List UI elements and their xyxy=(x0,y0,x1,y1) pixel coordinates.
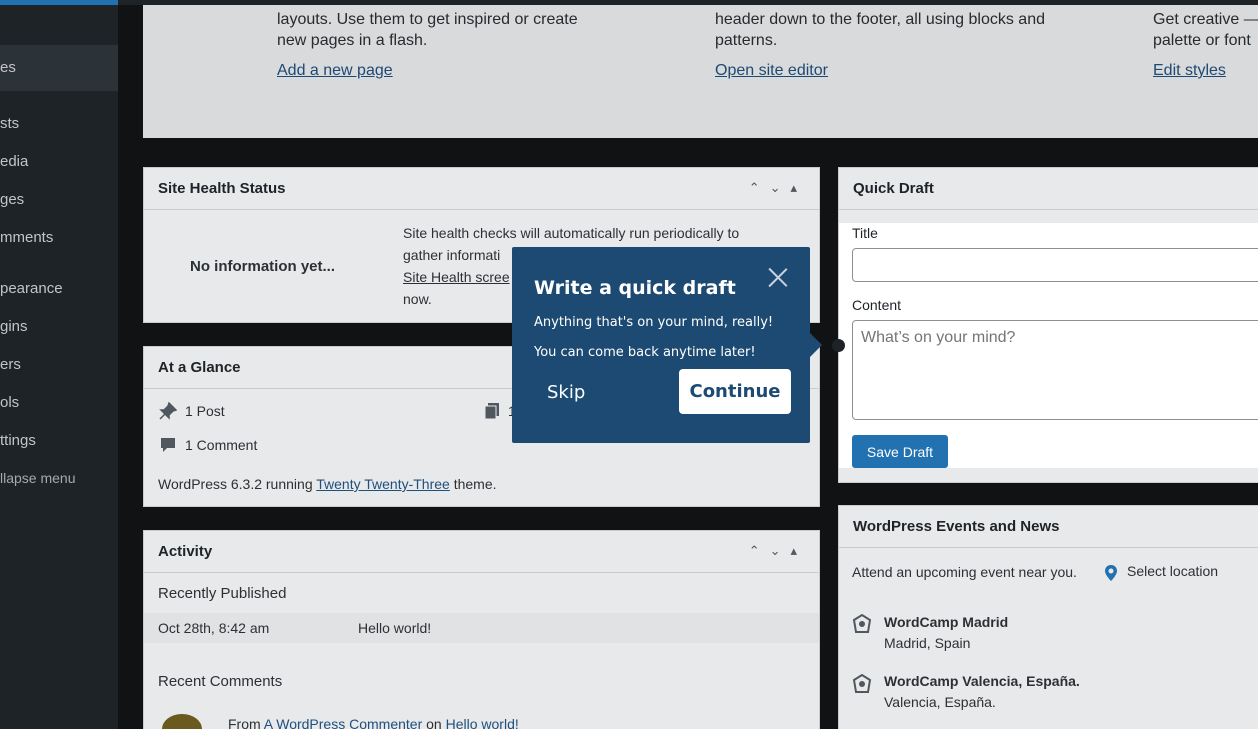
sidebar-item-media[interactable]: edia xyxy=(0,153,28,170)
attend-text: Attend an upcoming event near you. xyxy=(852,564,1077,580)
title-label: Title xyxy=(852,225,878,241)
comment-on: on xyxy=(422,716,446,729)
welcome-col2-text: header down to the footer, all using blo… xyxy=(715,11,1045,49)
dashboard-content: layouts. Use them to get inspired or cre… xyxy=(118,5,1258,729)
wordcamp-icon xyxy=(852,674,872,693)
tour-line-1: Anything that's on your mind, really! xyxy=(534,315,774,330)
posts-count-link[interactable]: 1 Post xyxy=(185,403,225,419)
commenter-link[interactable]: A WordPress Commenter xyxy=(264,716,422,729)
continue-button[interactable]: Continue xyxy=(679,369,791,414)
wp-version-text: WordPress 6.3.2 running Twenty Twenty-Th… xyxy=(158,476,497,492)
activity-widget: Activity ⌃⌄▴ Recently Published Oct 28th… xyxy=(143,530,820,729)
event-place: Valencia, España. xyxy=(884,694,996,710)
welcome-col1-text: layouts. Use them to get inspired or cre… xyxy=(277,11,578,49)
event-name-link[interactable]: WordCamp Madrid xyxy=(884,614,1008,630)
widget-title: Quick Draft xyxy=(853,180,934,197)
widget-header: Site Health Status ⌃⌄▴ xyxy=(144,168,819,210)
add-new-page-link[interactable]: Add a new page xyxy=(277,62,393,80)
avatar xyxy=(162,714,202,729)
widget-title: Site Health Status xyxy=(158,180,286,197)
comment-line: From A WordPress Commenter on Hello worl… xyxy=(228,716,519,729)
draft-content-textarea[interactable] xyxy=(852,320,1258,420)
sidebar-item-comments[interactable]: mments xyxy=(0,229,53,246)
sidebar-item-plugins[interactable]: gins xyxy=(0,318,28,335)
content-label: Content xyxy=(852,297,902,313)
sidebar-item-settings[interactable]: ttings xyxy=(0,432,36,449)
collapse-menu-button[interactable]: llapse menu xyxy=(0,470,76,486)
widget-header: WordPress Events and News xyxy=(839,506,1258,548)
widget-title: Activity xyxy=(158,543,213,560)
close-icon[interactable] xyxy=(766,265,790,289)
widget-header: Activity ⌃⌄▴ xyxy=(144,531,819,573)
pages-icon xyxy=(484,403,499,420)
wordcamp-icon xyxy=(852,614,872,633)
admin-sidebar: es sts edia ges mments pearance gins ers… xyxy=(0,5,118,729)
widget-move-controls[interactable]: ⌃⌄▴ xyxy=(749,543,807,559)
edit-styles-link[interactable]: Edit styles xyxy=(1153,62,1226,80)
site-health-desc-3: now. xyxy=(403,291,432,307)
sidebar-item-pages[interactable]: ges xyxy=(0,191,24,208)
comments-count-link[interactable]: 1 Comment xyxy=(185,437,257,453)
guided-tour-popup: Write a quick draft Anything that's on y… xyxy=(512,247,822,443)
site-health-screen-link[interactable]: Site Health scree xyxy=(403,269,510,285)
welcome-col3-text: Get creative — palette or font xyxy=(1153,11,1258,49)
quick-draft-form-highlight: Title Content Save Draft xyxy=(839,223,1258,468)
skip-button[interactable]: Skip xyxy=(547,382,585,403)
sidebar-item-appearance[interactable]: pearance xyxy=(0,280,63,297)
open-site-editor-link[interactable]: Open site editor xyxy=(715,62,828,80)
recent-comments-heading: Recent Comments xyxy=(158,673,283,690)
comment-from: From xyxy=(228,716,264,729)
widget-title: WordPress Events and News xyxy=(853,518,1060,535)
events-news-widget: WordPress Events and News Attend an upco… xyxy=(838,505,1258,729)
tour-heading: Write a quick draft xyxy=(534,277,736,299)
recently-published-heading: Recently Published xyxy=(158,585,287,602)
draft-title-input[interactable] xyxy=(852,248,1258,282)
sidebar-item-users[interactable]: ers xyxy=(0,356,21,373)
publish-date: Oct 28th, 8:42 am xyxy=(158,620,270,636)
comment-post-link[interactable]: Hello world! xyxy=(446,716,519,729)
sidebar-active-item-bg xyxy=(0,45,118,91)
wp-version-suffix: theme. xyxy=(449,476,497,492)
widget-header: Quick Draft xyxy=(839,168,1258,210)
select-location-button[interactable]: Select location xyxy=(1127,563,1218,579)
widget-title: At a Glance xyxy=(158,359,241,376)
sidebar-item-tools[interactable]: ols xyxy=(0,394,19,411)
event-name-link[interactable]: WordCamp Valencia, España. xyxy=(884,673,1080,689)
wp-version-prefix: WordPress 6.3.2 running xyxy=(158,476,317,492)
post-link[interactable]: Hello world! xyxy=(358,620,431,636)
no-info-text: No information yet... xyxy=(190,258,336,275)
save-draft-button[interactable]: Save Draft xyxy=(852,435,948,468)
sidebar-item-posts[interactable]: sts xyxy=(0,115,19,132)
widget-move-controls[interactable]: ⌃⌄▴ xyxy=(749,180,807,196)
theme-link[interactable]: Twenty Twenty-Three xyxy=(316,476,450,492)
event-place: Madrid, Spain xyxy=(884,635,971,651)
tour-line-2: You can come back anytime later! xyxy=(534,345,756,360)
site-health-desc-1: Site health checks will automatically ru… xyxy=(403,225,740,241)
site-health-desc-2: gather informati xyxy=(403,247,501,263)
pushpin-icon xyxy=(159,402,177,420)
sidebar-item-updates[interactable]: es xyxy=(0,59,16,76)
location-pin-icon xyxy=(1105,565,1117,581)
tour-target-dot xyxy=(832,339,845,352)
tour-pointer-arrow xyxy=(810,333,822,357)
comment-icon xyxy=(161,438,175,452)
welcome-panel: layouts. Use them to get inspired or cre… xyxy=(143,5,1258,138)
table-row: Oct 28th, 8:42 am Hello world! xyxy=(144,613,819,643)
